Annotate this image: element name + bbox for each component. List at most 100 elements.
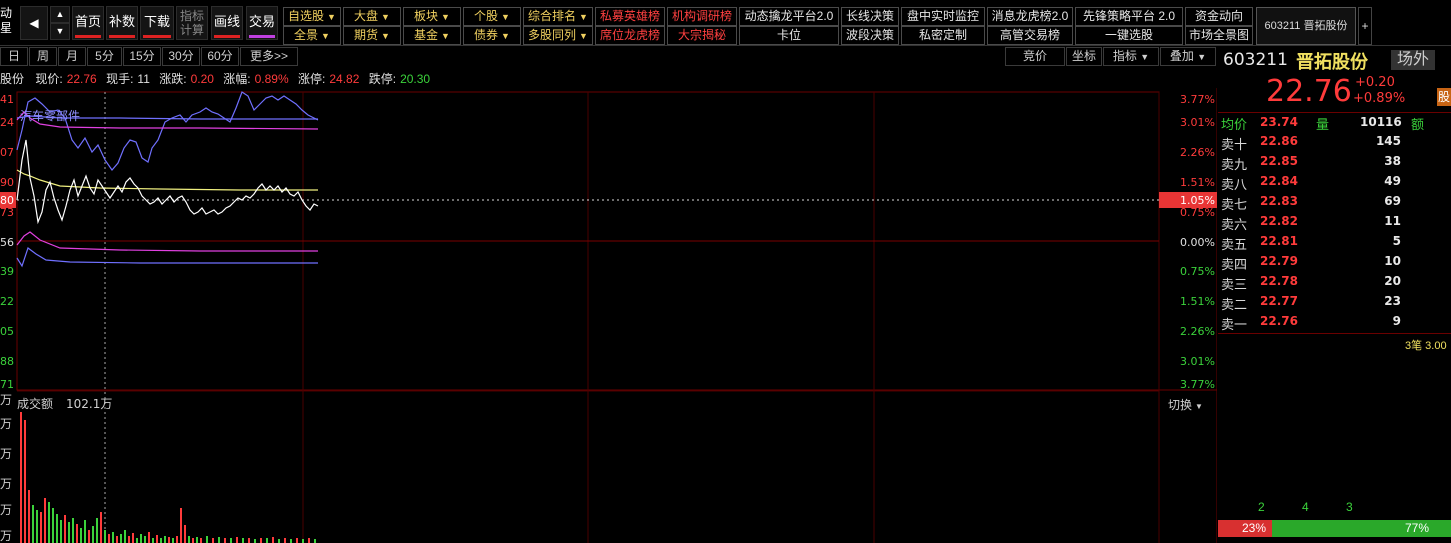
- left-edge-label[interactable]: 动 星: [0, 6, 18, 40]
- download-button[interactable]: 下载: [140, 6, 174, 40]
- side-tag[interactable]: 股: [1437, 88, 1451, 106]
- menu-bonds[interactable]: 债券 ▼: [463, 26, 521, 45]
- left-axis-tick: 88: [0, 355, 14, 368]
- menu-private-fund-label: 私募英雄榜: [599, 9, 660, 23]
- menu-institution-label: 机构调研榜: [671, 9, 732, 23]
- menu-institution-research[interactable]: 机构调研榜: [667, 7, 737, 26]
- tab-week[interactable]: 周: [29, 47, 57, 66]
- left-axis-tick: 22: [0, 295, 14, 308]
- tab-15min[interactable]: 15分: [123, 47, 161, 66]
- overlay-button[interactable]: 叠加 ▼: [1160, 47, 1216, 66]
- menu-sector[interactable]: 板块 ▼: [403, 7, 461, 26]
- vol-value: 10116: [1360, 115, 1402, 129]
- menu-dragon-platform[interactable]: 动态擒龙平台2.0: [739, 7, 839, 26]
- order-book-row[interactable]: 卖八 22.84 49: [1221, 174, 1401, 194]
- menu-multi-stock[interactable]: 多股同列 ▼: [523, 26, 593, 45]
- volume-axis-unit: 万: [0, 503, 12, 517]
- ob-level-volume: 23: [1384, 294, 1401, 308]
- left-axis-tick: 07: [0, 146, 14, 159]
- indicator-calc-button[interactable]: 指标 计算: [176, 6, 208, 40]
- switch-label: 切换: [1168, 398, 1193, 412]
- switch-button[interactable]: 切换 ▼: [1168, 396, 1214, 414]
- order-book-row[interactable]: 卖九 22.85 38: [1221, 154, 1401, 174]
- sector-index-line: [16, 91, 319, 171]
- volume-bars: [20, 412, 316, 543]
- volume-axis: 万 万 万 万 万 万: [0, 393, 12, 543]
- market-tag[interactable]: 场外: [1391, 50, 1435, 70]
- auction-button[interactable]: 竞价: [1005, 47, 1065, 66]
- side-tag-label: 股: [1437, 90, 1450, 104]
- indicator-label: 指标: [1112, 49, 1137, 63]
- menu-block-trade[interactable]: 大宗揭秘: [667, 26, 737, 45]
- tab-more[interactable]: 更多>>: [240, 47, 298, 66]
- indicator-button[interactable]: 指标 ▼: [1103, 47, 1159, 66]
- supplement-button[interactable]: 补数: [106, 6, 138, 40]
- order-book-row[interactable]: 卖三 22.78 20: [1221, 274, 1401, 294]
- ob-level-name: 卖一: [1221, 317, 1248, 332]
- menu-private-custom[interactable]: 私密定制: [901, 26, 985, 45]
- menu-stock[interactable]: 个股 ▼: [463, 7, 521, 26]
- menu-futures[interactable]: 期货 ▼: [343, 26, 401, 45]
- left-axis-tick: 39: [0, 265, 14, 278]
- quote-code: 603211: [1223, 50, 1288, 70]
- menu-executive-trades[interactable]: 高管交易榜: [987, 26, 1073, 45]
- ob-level-volume: 10: [1384, 254, 1401, 268]
- buy-sell-ratio-bar: 23% 77%: [1218, 520, 1451, 537]
- menu-watchlist-label: 自选股: [288, 9, 325, 23]
- menu-seat-dragon-label: 席位龙虎榜: [599, 28, 660, 42]
- tab-day[interactable]: 日: [0, 47, 28, 66]
- menu-position[interactable]: 卡位: [739, 26, 839, 45]
- left-axis-tick: 56: [0, 236, 14, 249]
- ob-level-price: 22.85: [1260, 154, 1298, 168]
- menu-private-custom-label: 私密定制: [918, 28, 967, 42]
- tab-stock-603211[interactable]: 603211 晋拓股份: [1256, 7, 1356, 45]
- menu-market[interactable]: 大盘 ▼: [343, 7, 401, 26]
- tab-30min[interactable]: 30分: [162, 47, 200, 66]
- tab-60min[interactable]: 60分: [201, 47, 239, 66]
- menu-one-click-pick[interactable]: 一键选股: [1075, 26, 1183, 45]
- coordinate-button[interactable]: 坐标: [1066, 47, 1102, 66]
- menu-seat-dragon[interactable]: 席位龙虎榜: [595, 26, 665, 45]
- order-book-row[interactable]: 卖六 22.82 11: [1221, 214, 1401, 234]
- right-axis-tick: 3.77%: [1180, 93, 1215, 106]
- menu-long-term[interactable]: 长线决策: [841, 7, 899, 26]
- draw-line-button[interactable]: 画线: [211, 6, 243, 40]
- tab-month[interactable]: 月: [58, 47, 86, 66]
- trade-button[interactable]: 交易: [246, 6, 278, 40]
- dropdown-arrow-icon: ▼: [441, 31, 450, 41]
- order-book-row[interactable]: 卖十 22.86 145: [1221, 134, 1401, 154]
- menu-pioneer-strategy[interactable]: 先锋策略平台 2.0: [1075, 7, 1183, 26]
- menu-one-click-label: 一键选股: [1104, 28, 1153, 42]
- intraday-chart[interactable]: 汽车零部件 41 24 07 90 80 73 56 39 22 05 88 7…: [0, 88, 1217, 543]
- toolbar: 动 星 ◀ ▲ ▼ 首页 补数 下载 指标 计算 画线 交易 自选股 ▼ 大盘 ▼ …: [0, 0, 1451, 46]
- menu-news-dragon[interactable]: 消息龙虎榜2.0: [987, 7, 1073, 26]
- amt-label: 额: [1411, 117, 1425, 132]
- download-label: 下载: [143, 14, 170, 29]
- menu-fund-flow[interactable]: 资金动向: [1185, 7, 1253, 26]
- scroll-up-button[interactable]: ▲: [50, 6, 70, 23]
- ob-level-name: 卖四: [1221, 257, 1248, 272]
- home-button[interactable]: 首页: [72, 6, 104, 40]
- menu-funds[interactable]: 基金 ▼: [403, 26, 461, 45]
- order-book-row[interactable]: 卖二 22.77 23: [1221, 294, 1401, 314]
- market-tag-label: 场外: [1396, 51, 1429, 68]
- ob-level-volume: 11: [1384, 214, 1401, 228]
- back-button[interactable]: ◀: [20, 6, 48, 40]
- stat-count-3: 3: [1346, 500, 1353, 514]
- menu-watchlist[interactable]: 自选股 ▼: [283, 7, 341, 26]
- left-edge-top: 动: [0, 6, 13, 20]
- menu-swing[interactable]: 波段决策: [841, 26, 899, 45]
- volume-value: 102.1万: [66, 397, 112, 411]
- menu-market-panorama[interactable]: 市场全景图: [1185, 26, 1253, 45]
- scroll-down-button[interactable]: ▼: [50, 23, 70, 40]
- add-tab-button[interactable]: +: [1358, 7, 1372, 45]
- menu-ranking[interactable]: 综合排名 ▼: [523, 7, 593, 26]
- order-book-row[interactable]: 卖五 22.81 5: [1221, 234, 1401, 254]
- tab-5min[interactable]: 5分: [87, 47, 122, 66]
- menu-realtime-monitor[interactable]: 盘中实时监控: [901, 7, 985, 26]
- menu-private-fund-heroes[interactable]: 私募英雄榜: [595, 7, 665, 26]
- order-book-row[interactable]: 卖七 22.83 69: [1221, 194, 1401, 214]
- order-book-row[interactable]: 卖一 22.76 9: [1221, 314, 1401, 334]
- order-book-row[interactable]: 卖四 22.79 10: [1221, 254, 1401, 274]
- menu-panorama[interactable]: 全景 ▼: [283, 26, 341, 45]
